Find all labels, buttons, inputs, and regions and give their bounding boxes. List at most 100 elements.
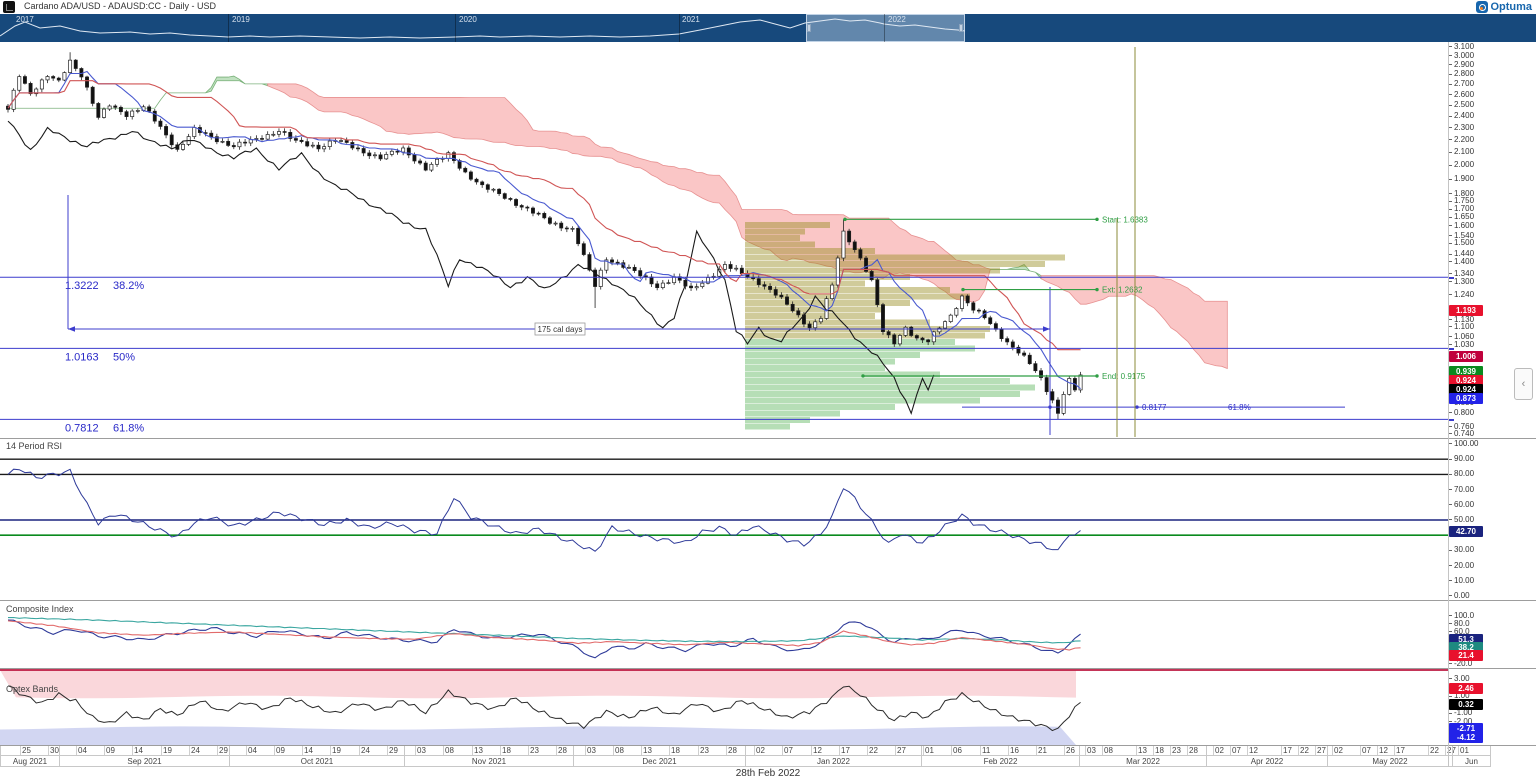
value-label-box: 0.32 (1449, 699, 1483, 710)
composite-axis[interactable]: 100.080.060.040.020.00.0-20.051.338.221.… (1448, 600, 1536, 668)
axis-tick: 1.600 (1448, 221, 1474, 230)
price-chart-canvas[interactable]: 1.3222 38.2% 1.0163 50% 0.7812 61.8% 175 cal d… (0, 42, 1448, 438)
current-date-label: 28th Feb 2022 (735, 768, 801, 779)
day-tick-line (867, 745, 868, 755)
axis-tick: 0.800 (1448, 408, 1474, 417)
selection-handle-left[interactable] (807, 24, 811, 32)
candle-body (818, 318, 823, 323)
day-tick-line (613, 745, 614, 755)
candle-body (852, 241, 857, 250)
day-tick-label: 01 (925, 746, 934, 755)
panel-divider[interactable] (0, 600, 1536, 601)
candle-body (344, 140, 349, 143)
candle-body (909, 326, 914, 336)
title-bar: Cardano ADA/USD - ADAUSD:CC - Daily - US… (0, 0, 1536, 14)
axis-tick: 1.500 (1448, 239, 1474, 247)
candle-body (395, 150, 400, 153)
day-tick-line (1187, 745, 1188, 755)
axis-tick: 0.00 (1448, 592, 1470, 600)
chart-type-icon[interactable] (3, 1, 15, 13)
timeline-navigator[interactable]: 2017 2019 2020 2021 2022 (0, 14, 1536, 42)
rsi-chart-canvas[interactable]: 14 Period RSI (0, 438, 1448, 600)
volume-profile-bar (745, 365, 885, 371)
candle-body (694, 286, 699, 289)
month-divider (573, 745, 574, 767)
rsi-axis[interactable]: 100.0090.0080.0070.0060.0050.0040.0030.0… (1448, 438, 1536, 600)
day-tick-line (585, 745, 586, 755)
axis-tick: 2.700 (1448, 80, 1474, 88)
optex-axis[interactable]: 3.002.001.000.00-1.00-2.00-3.00-4.002.46… (1448, 668, 1536, 745)
candle-body (768, 285, 773, 290)
axis-tick: 1.900 (1448, 175, 1474, 183)
day-tick-line (1008, 745, 1009, 755)
day-tick-line (1247, 745, 1248, 755)
candle-body (847, 230, 852, 243)
volume-profile-bar (745, 261, 1045, 267)
day-tick-line (1298, 745, 1299, 755)
day-tick-line (1281, 745, 1282, 755)
volume-profile-bar (745, 222, 830, 228)
candle-body (976, 309, 981, 312)
day-tick-line (500, 745, 501, 755)
candle-body (993, 323, 998, 330)
collapse-panel-button[interactable]: ‹ (1514, 368, 1533, 400)
day-tick-line (132, 745, 133, 755)
rsi-line (7, 468, 1081, 552)
value-label-box: 42.70 (1449, 525, 1483, 537)
optuma-window: Cardano ADA/USD - ADAUSD:CC - Daily - US… (0, 0, 1536, 783)
chart-title: Cardano ADA/USD - ADAUSD:CC - Daily - US… (24, 1, 217, 11)
candle-body (954, 308, 959, 316)
optex-panel-title: Optex Bands (6, 684, 59, 694)
candle-body (835, 257, 840, 286)
date-axis[interactable]: 25 30 Aug 2021 04 09 14 19 24 29 Sep 2021 04 09 14 19… (0, 745, 1536, 767)
candle-body (372, 154, 377, 157)
composite-line-fast-avg (7, 620, 1081, 651)
optex-bands-canvas[interactable]: Optex Bands (0, 668, 1448, 745)
candle-body (773, 289, 778, 296)
candle-body (243, 141, 248, 144)
day-tick-label: 08 (445, 746, 454, 755)
composite-index-canvas[interactable]: Composite Index (0, 600, 1448, 668)
candle-body (581, 243, 586, 255)
candle-body (102, 108, 106, 118)
candle-body (626, 266, 631, 269)
day-tick-label: 17 (841, 746, 850, 755)
candle-body (158, 120, 163, 127)
year-label: 2019 (232, 15, 250, 24)
sparkline-path (0, 18, 966, 39)
candle-body (260, 138, 264, 140)
day-tick-line (556, 745, 557, 755)
candle-body (536, 212, 541, 215)
day-tick-line (76, 745, 77, 755)
volume-profile-bar (745, 241, 815, 248)
day-tick-label: 30 (50, 746, 59, 755)
panel-divider[interactable] (0, 668, 1536, 669)
candle-body (45, 76, 50, 81)
candle-body (384, 154, 389, 160)
day-tick-line (1085, 745, 1086, 755)
candle-body (310, 144, 315, 147)
selection-handle-right[interactable] (959, 24, 963, 32)
day-tick-line (951, 745, 952, 755)
candle-body (90, 86, 95, 104)
value-label-box: 21.4 (1449, 650, 1483, 661)
axis-tick: 2.900 (1448, 61, 1474, 69)
day-tick-line (1445, 745, 1446, 755)
day-tick-label: 04 (248, 746, 257, 755)
axis-tick: 10.00 (1448, 576, 1474, 585)
year-label: 2020 (459, 15, 477, 24)
candle-body (231, 145, 236, 148)
candle-body (265, 134, 270, 140)
day-tick-line (1064, 745, 1065, 755)
candle-body (903, 326, 908, 336)
axis-tick: 50.00 (1448, 516, 1474, 524)
day-tick-line (1315, 745, 1316, 755)
month-divider (59, 745, 60, 767)
panel-divider[interactable] (0, 438, 1536, 439)
candle-body (491, 188, 496, 191)
axis-tick: 60.00 (1448, 500, 1474, 509)
month-divider (921, 745, 922, 767)
candle-body (429, 163, 434, 171)
day-tick-label: 27 (1317, 746, 1326, 755)
candle-body (948, 314, 953, 322)
